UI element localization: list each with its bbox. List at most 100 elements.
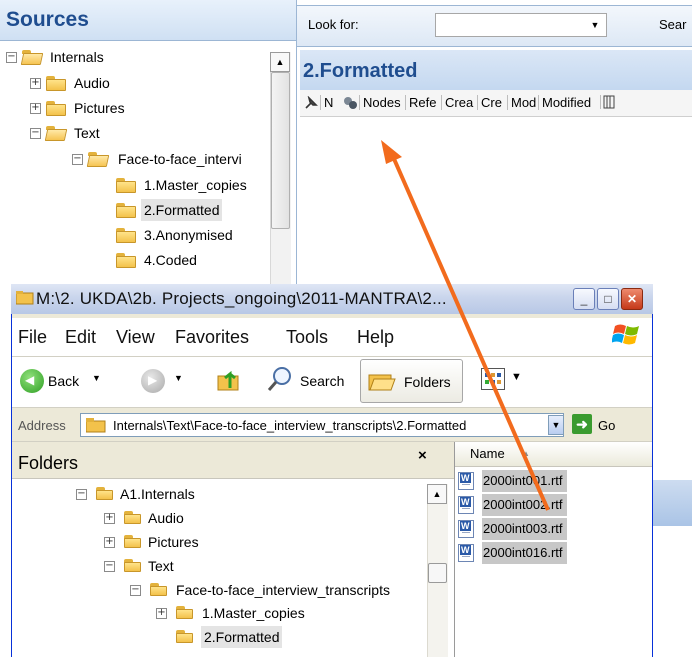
folder-icon [150,583,167,596]
rtf-file-icon [458,520,474,538]
menu-file[interactable]: File [18,327,47,348]
column-header-row: N Nodes Refe Crea Cre Mod Modified [300,90,692,117]
tree-item-label: Text [148,558,174,574]
windows-logo-icon [612,324,639,345]
expand-icon[interactable]: + [104,513,115,524]
expand-icon[interactable]: + [30,78,41,89]
folder-icon [86,418,106,433]
folder-icon [116,228,136,243]
address-label: Address [18,418,66,433]
up-folder-icon[interactable] [216,366,244,394]
chevron-down-icon[interactable]: ▼ [584,14,606,36]
tree-item-label: Face-to-face_interview_transcripts [176,582,390,598]
expand-icon[interactable]: + [104,537,115,548]
column-header[interactable]: Refe [405,95,436,110]
views-icon[interactable] [481,368,505,390]
scroll-up-icon[interactable]: ▲ [270,52,290,72]
look-for-label: Look for: [308,17,359,32]
search-button[interactable]: Search [300,373,344,389]
column-chooser-icon[interactable] [600,95,615,109]
expand-icon[interactable]: + [30,103,41,114]
rtf-file-icon [458,496,474,514]
close-icon[interactable]: × [418,447,427,464]
column-header[interactable]: Crea [441,95,473,110]
file-name: 2000int003.rtf [482,518,567,540]
collapse-icon[interactable]: − [6,52,17,63]
pin-icon[interactable] [304,96,318,110]
back-arrow-icon[interactable] [20,369,44,393]
tree-item-label: Internals [50,49,104,65]
minimize-button[interactable]: _ [573,288,595,310]
tree-item-label: Pictures [148,534,199,550]
chevron-down-icon[interactable]: ▼ [92,373,101,383]
folder-icon [124,535,141,548]
detail-title-bar: 2.Formatted [300,50,692,90]
scroll-thumb[interactable] [271,72,290,229]
sort-ascending-icon: ▲ [522,449,530,458]
collapse-icon[interactable]: − [130,585,141,596]
go-button[interactable]: Go [598,418,615,433]
folders-title: Folders [18,453,79,473]
menu-edit[interactable]: Edit [65,327,96,348]
file-name: 2000int002.rtf [482,494,567,516]
collapse-icon[interactable]: − [72,154,83,165]
column-header[interactable]: N [320,95,333,110]
tree-item-label: Face-to-face_intervi [118,151,242,167]
tree-item-label: Pictures [74,100,125,116]
tree-item-label: 2.Formatted [141,199,223,221]
collapse-icon[interactable]: − [104,561,115,572]
close-button[interactable]: ✕ [621,288,643,310]
menu-bar [12,318,652,357]
search-icon[interactable] [266,365,294,393]
folder-icon [16,291,34,305]
rtf-file-icon [458,472,474,490]
address-value: Internals\Text\Face-to-face_interview_tr… [113,418,467,433]
tree-item-label: Audio [148,510,184,526]
chevron-down-icon[interactable]: ▼ [174,373,183,383]
sources-title: Sources [6,8,89,31]
look-for-input[interactable] [435,13,607,37]
chevron-down-icon[interactable]: ▼ [511,371,522,383]
column-header[interactable]: Mod [507,95,536,110]
scroll-up-icon[interactable]: ▲ [427,484,447,504]
collapse-icon[interactable]: − [76,489,87,500]
folder-open-icon [88,152,108,167]
folder-open-icon [46,126,66,141]
tree-item-label: 3.Anonymised [144,227,233,243]
folder-icon [116,178,136,193]
folder-open-icon [22,50,42,65]
folder-icon [124,511,141,524]
maximize-button[interactable]: □ [597,288,619,310]
folder-icon [116,203,136,218]
file-name: 2000int016.rtf [482,542,567,564]
rtf-file-icon [458,544,474,562]
menu-favorites[interactable]: Favorites [175,327,249,348]
folder-icon [124,559,141,572]
collapse-icon[interactable]: − [30,128,41,139]
chevron-down-icon[interactable]: ▼ [548,415,564,435]
folders-pane-header [12,442,454,479]
tree-item-label: 4.Coded [144,252,197,268]
go-arrow-icon[interactable]: ➜ [572,414,592,434]
search-button[interactable]: Sear [659,17,686,32]
expand-icon[interactable]: + [156,608,167,619]
column-header[interactable]: Nodes [359,95,401,110]
folder-icon [46,101,66,116]
menu-tools[interactable]: Tools [286,327,328,348]
forward-arrow-icon[interactable] [141,369,165,393]
scroll-thumb[interactable] [428,563,447,583]
column-header[interactable]: Cre [477,95,502,110]
back-button[interactable]: Back [48,373,79,389]
tree-item-label: 1.Master_copies [144,177,247,193]
tree-item-label: 1.Master_copies [202,605,305,621]
name-header-label: Name [470,446,505,461]
detail-title: 2.Formatted [303,60,418,82]
menu-view[interactable]: View [116,327,155,348]
folder-icon [116,253,136,268]
column-header[interactable]: Modified [538,95,591,110]
menu-help[interactable]: Help [357,327,394,348]
folder-icon [46,76,66,91]
folder-icon [96,487,113,500]
nodes-icon[interactable] [342,95,358,111]
explorer-title: M:\2. UKDA\2b. Projects_ongoing\2011-MAN… [36,289,447,308]
